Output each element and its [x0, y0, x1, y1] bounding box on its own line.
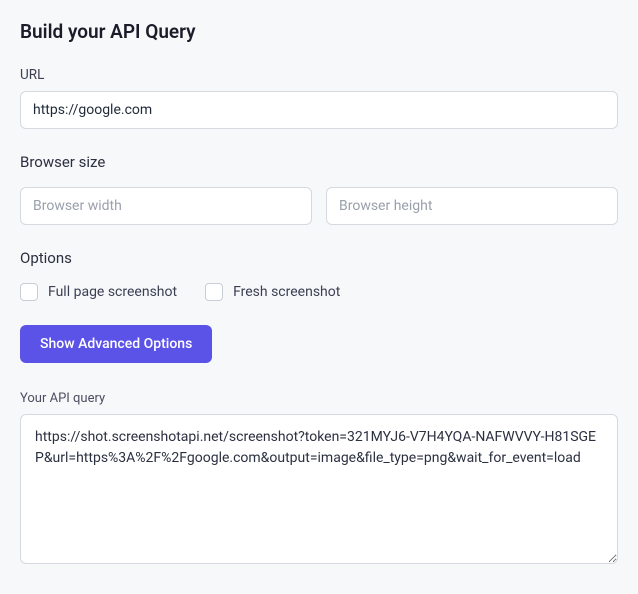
- full-page-label: Full page screenshot: [48, 284, 177, 300]
- browser-size-label: Browser size: [20, 153, 618, 171]
- browser-size-group: Browser size: [20, 153, 618, 225]
- url-input[interactable]: [20, 91, 618, 129]
- options-label: Options: [20, 249, 618, 267]
- options-group: Options Full page screenshot Fresh scree…: [20, 249, 618, 363]
- url-label: URL: [20, 67, 618, 83]
- fresh-checkbox[interactable]: [205, 283, 223, 301]
- api-query-textarea[interactable]: [20, 414, 618, 564]
- fresh-option[interactable]: Fresh screenshot: [205, 283, 340, 301]
- full-page-option[interactable]: Full page screenshot: [20, 283, 177, 301]
- query-section: Your API query: [20, 391, 618, 568]
- fresh-label: Fresh screenshot: [233, 284, 340, 300]
- show-advanced-button[interactable]: Show Advanced Options: [20, 325, 212, 363]
- full-page-checkbox[interactable]: [20, 283, 38, 301]
- query-label: Your API query: [20, 391, 618, 406]
- browser-height-input[interactable]: [326, 187, 618, 225]
- page-title: Build your API Query: [20, 20, 618, 43]
- url-field-group: URL: [20, 67, 618, 129]
- browser-width-input[interactable]: [20, 187, 312, 225]
